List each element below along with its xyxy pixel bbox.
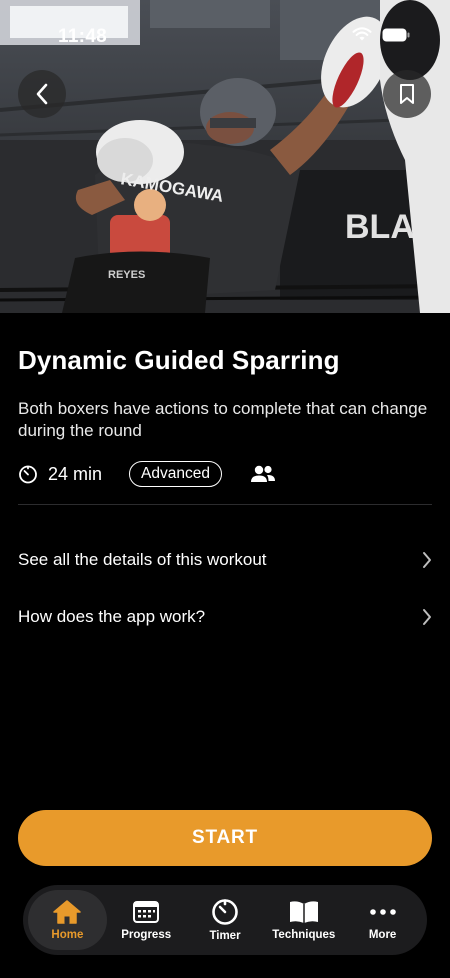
chevron-left-icon <box>36 83 48 105</box>
tab-bar: Home Progress Timer Techniques More <box>23 885 427 955</box>
workout-details-link[interactable]: See all the details of this workout <box>18 545 432 575</box>
bookmark-icon <box>400 84 414 104</box>
tab-label: Progress <box>121 929 172 941</box>
hero-image: BLACK-BOX KAMOGAWA REYES 11:48 <box>0 0 450 313</box>
tab-more[interactable]: More <box>343 890 422 950</box>
tab-label: More <box>368 929 397 941</box>
battery-icon <box>382 28 410 41</box>
tab-label: Home <box>51 929 84 941</box>
divider <box>18 504 432 505</box>
chevron-right-icon <box>423 609 431 625</box>
wifi-icon <box>352 27 372 41</box>
more-icon <box>369 909 396 915</box>
home-icon <box>53 900 82 924</box>
book-icon <box>289 901 318 923</box>
back-button[interactable] <box>18 70 66 118</box>
stopwatch-icon <box>19 465 37 484</box>
start-button[interactable]: START <box>18 810 432 866</box>
tab-progress[interactable]: Progress <box>107 890 186 950</box>
timer-icon <box>212 899 238 925</box>
how-app-works-label: How does the app work? <box>18 607 206 626</box>
status-time: 11:48 <box>58 26 108 47</box>
duration-text: 24 min <box>48 463 103 484</box>
workout-details-label: See all the details of this workout <box>18 550 267 569</box>
bookmark-button[interactable] <box>383 70 431 118</box>
level-badge: Advanced <box>129 461 222 487</box>
tab-techniques[interactable]: Techniques <box>264 890 343 950</box>
partner-icon <box>250 464 276 484</box>
how-app-works-link[interactable]: How does the app work? <box>18 602 432 632</box>
workout-title: Dynamic Guided Sparring <box>18 345 340 375</box>
tab-home[interactable]: Home <box>28 890 107 950</box>
chevron-right-icon <box>423 552 431 568</box>
tab-timer[interactable]: Timer <box>186 890 265 950</box>
workout-meta: 24 min Advanced <box>18 460 276 488</box>
calendar-icon <box>133 901 160 923</box>
tab-label: Timer <box>209 930 241 942</box>
duration: 24 min <box>18 464 102 485</box>
belt-text: REYES <box>108 269 145 281</box>
tab-label: Techniques <box>272 929 336 941</box>
status-icons <box>352 27 410 42</box>
workout-description: Both boxers have actions to complete tha… <box>18 399 428 440</box>
